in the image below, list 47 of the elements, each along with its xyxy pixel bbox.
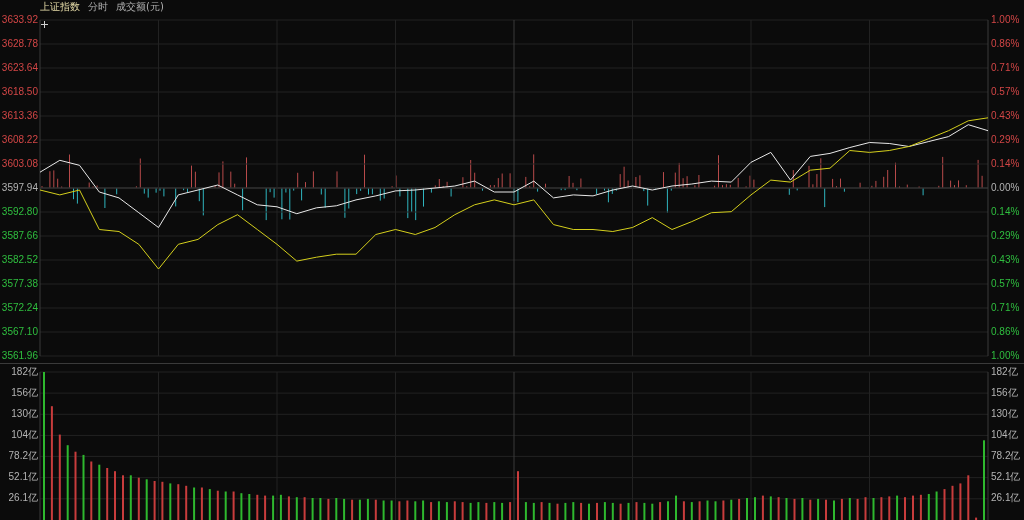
axis-label: 182亿	[11, 365, 38, 377]
axis-label: 3561.96	[1, 349, 38, 361]
axis-label: 3577.38	[1, 277, 38, 289]
axis-label: 104亿	[991, 429, 1018, 441]
axis-label: 3567.10	[1, 325, 38, 337]
axis-label: 3623.64	[1, 61, 38, 73]
axis-label: 52.1亿	[8, 471, 38, 483]
axis-label: 0.14%	[991, 157, 1020, 169]
axis-label: 0.00%	[991, 181, 1020, 193]
axis-label: 0.14%	[991, 205, 1020, 217]
axis-label: 0.71%	[991, 301, 1020, 313]
axis-label: 26.1亿	[8, 492, 38, 504]
axis-label: 3633.92	[1, 13, 38, 25]
axis-label: 1.00%	[991, 349, 1020, 361]
mode-label: 分时	[88, 1, 108, 13]
axis-label: 0.57%	[991, 277, 1020, 289]
axis-label: 3618.50	[1, 85, 38, 97]
axis-label: 130亿	[11, 407, 38, 419]
axis-label: 3608.22	[1, 133, 38, 145]
axis-label: 156亿	[991, 386, 1018, 398]
axis-label: 3587.66	[1, 229, 38, 241]
axis-label: 1.00%	[991, 13, 1020, 25]
axis-label: 182亿	[991, 365, 1018, 377]
indicator-label: 成交额(元)	[116, 1, 164, 13]
axis-label: 156亿	[11, 386, 38, 398]
axis-label: 78.2亿	[8, 450, 38, 462]
axis-label: 3582.52	[1, 253, 38, 265]
axis-label: 78.2亿	[991, 450, 1021, 462]
index-title: 上证指数	[40, 1, 80, 13]
axis-label: 3592.80	[1, 205, 38, 217]
axis-label: 104亿	[11, 429, 38, 441]
axis-label: 3572.24	[1, 301, 38, 313]
axis-label: 0.43%	[991, 109, 1020, 121]
axis-label: 3628.78	[1, 37, 38, 49]
axis-label: 0.86%	[991, 37, 1020, 49]
axis-label: 52.1亿	[991, 471, 1021, 483]
axis-label: 3613.36	[1, 109, 38, 121]
axis-label: 130亿	[991, 407, 1018, 419]
axis-label: 3597.94	[1, 181, 38, 193]
axis-label: 0.29%	[991, 229, 1020, 241]
axis-label: 0.29%	[991, 133, 1020, 145]
axis-label: 0.71%	[991, 61, 1020, 73]
axis-label: 26.1亿	[991, 492, 1021, 504]
axis-label: 0.57%	[991, 85, 1020, 97]
axis-label: 0.86%	[991, 325, 1020, 337]
axis-label: 3603.08	[1, 157, 38, 169]
axis-label: 0.43%	[991, 253, 1020, 265]
